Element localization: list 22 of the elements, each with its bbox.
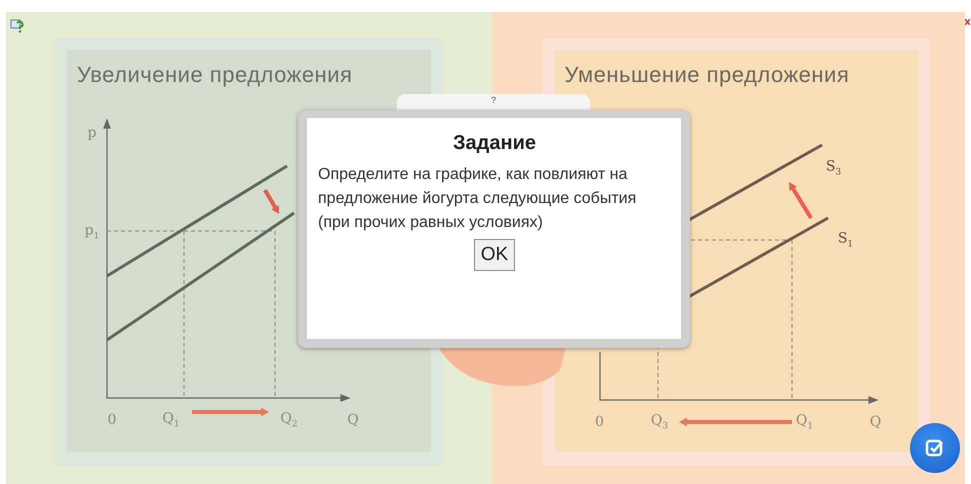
- axis-label: Q$_{3}$: [650, 412, 668, 432]
- axis-label: 0: [108, 412, 116, 428]
- ok-button[interactable]: OK: [474, 239, 516, 271]
- axis-label: p$_{1}$: [84, 222, 100, 242]
- axis-label: Q$_{1}$: [796, 412, 814, 432]
- axis-label: S$_{1}$: [838, 230, 854, 250]
- panel-title: Уменьшение предложения: [564, 61, 850, 89]
- axis-label: Q: [347, 412, 359, 428]
- axis-label: Q$_{2}$: [280, 410, 298, 430]
- shift-arrow: [263, 189, 279, 214]
- dialog-title: Задание: [453, 132, 536, 155]
- shift-arrow: [788, 182, 812, 220]
- checkbox-icon: [925, 438, 945, 458]
- close-icon[interactable]: [965, 19, 970, 25]
- help-icon[interactable]: [10, 18, 24, 33]
- axis-label: S$_{3}$: [826, 158, 842, 178]
- axis-label: 0: [595, 414, 604, 430]
- axis-label: p: [88, 125, 96, 141]
- panel-title: Увеличение предложения: [76, 61, 354, 89]
- dialog-text: Определите на графике, как повлияют на предложение йогурта следующие события (при прочих равных условиях): [318, 165, 638, 233]
- axis-label: Q: [870, 414, 882, 430]
- axis-label: Q$_{1}$: [162, 410, 180, 430]
